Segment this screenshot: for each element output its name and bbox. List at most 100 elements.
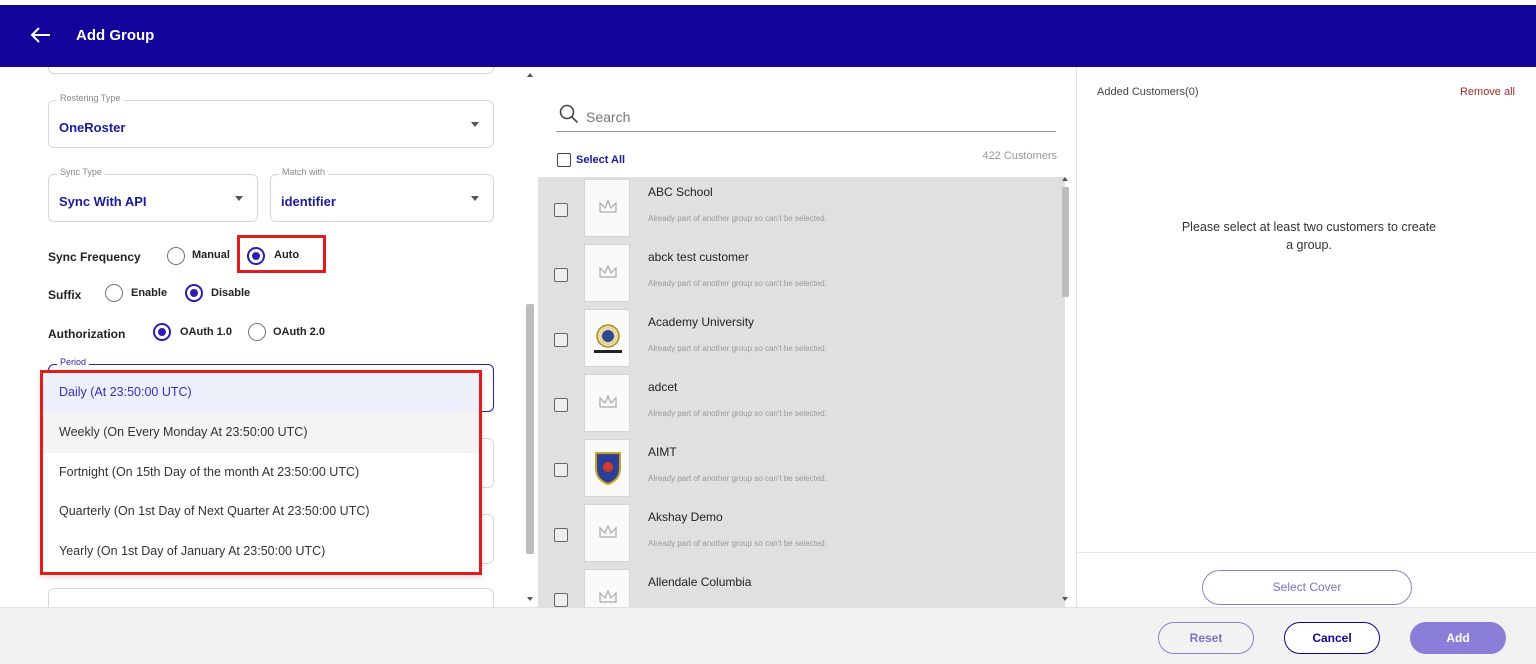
sync-type-select[interactable]: Sync Type Sync With API: [48, 167, 258, 222]
chevron-down-icon: [235, 196, 243, 201]
university-seal-icon: [594, 324, 622, 353]
form-scrollbar[interactable]: [525, 67, 535, 607]
cancel-button[interactable]: Cancel: [1284, 622, 1380, 654]
oauth1-radio[interactable]: [153, 323, 171, 341]
customer-checkbox[interactable]: [554, 528, 568, 542]
sync-type-value: Sync With API: [59, 194, 147, 209]
rostering-type-label: Rostering Type: [57, 93, 124, 103]
crown-icon: [599, 199, 617, 213]
crown-icon: [599, 524, 617, 538]
added-customers-label: Added Customers(0): [1097, 86, 1199, 98]
search-input[interactable]: [586, 109, 1046, 125]
match-with-label: Match with: [279, 167, 329, 177]
rostering-type-value: OneRoster: [59, 120, 126, 135]
select-cover-area: Select Cover: [1077, 552, 1536, 607]
customer-name: Allendale Columbia: [648, 575, 752, 589]
back-arrow-icon[interactable]: [28, 22, 54, 48]
list-item: Akshay Demo Already part of another grou…: [538, 502, 1065, 567]
select-all-checkbox[interactable]: [557, 153, 571, 167]
shield-crest-icon: [595, 452, 621, 486]
customer-checkbox[interactable]: [554, 268, 568, 282]
period-dropdown-menu: Daily (At 23:50:00 UTC) Weekly (On Every…: [40, 370, 482, 575]
empty-state-message: Please select at least two customers to …: [1181, 220, 1437, 252]
chevron-down-icon: [471, 196, 479, 201]
customer-name: adcet: [648, 380, 678, 394]
list-item: AIMT Already part of another group so ca…: [538, 437, 1065, 502]
oauth2-label: OAuth 2.0: [273, 326, 325, 338]
period-option-quarterly[interactable]: Quarterly (On 1st Day of Next Quarter At…: [43, 492, 479, 532]
customer-count: 422 Customers: [982, 150, 1057, 162]
period-option-daily[interactable]: Daily (At 23:50:00 UTC): [43, 373, 479, 413]
authorization-label: Authorization: [48, 327, 126, 341]
customer-list-scrollbar[interactable]: [1060, 177, 1070, 607]
customer-logo: [584, 504, 630, 562]
add-button[interactable]: Add: [1410, 622, 1506, 654]
customer-note: Already part of another group so can't b…: [648, 344, 827, 353]
customer-checkbox[interactable]: [554, 593, 568, 607]
oauth2-radio[interactable]: [248, 323, 266, 341]
app-header: Add Group: [0, 0, 1536, 67]
period-option-weekly[interactable]: Weekly (On Every Monday At 23:50:00 UTC): [43, 412, 479, 453]
customer-logo: [584, 244, 630, 302]
customer-note: Already part of another group so can't b…: [648, 409, 827, 418]
customer-name: Akshay Demo: [648, 510, 723, 524]
suffix-label: Suffix: [48, 288, 82, 302]
customer-checkbox[interactable]: [554, 333, 568, 347]
oauth1-label: OAuth 1.0: [180, 326, 232, 338]
search-icon: [559, 104, 579, 124]
remove-all-link[interactable]: Remove all: [1460, 86, 1515, 98]
select-cover-button[interactable]: Select Cover: [1202, 570, 1412, 605]
form-scroll-thumb[interactable]: [526, 304, 534, 554]
sync-manual-label: Manual: [192, 249, 230, 261]
suffix-enable-label: Enable: [131, 287, 168, 299]
search-box[interactable]: [556, 100, 1056, 132]
scroll-up-icon[interactable]: [1062, 177, 1068, 181]
customer-picker: Select All 422 Customers ABC School Alre…: [538, 67, 1075, 607]
period-option-fortnight[interactable]: Fortnight (On 15th Day of the month At 2…: [43, 453, 479, 493]
sync-auto-radio[interactable]: [247, 247, 265, 265]
select-all-label[interactable]: Select All: [576, 154, 625, 166]
list-item: abck test customer Already part of anoth…: [538, 242, 1065, 307]
suffix-enable-radio[interactable]: [105, 284, 123, 302]
customer-list-scroll-thumb[interactable]: [1062, 187, 1069, 297]
chevron-down-icon: [471, 122, 479, 127]
previous-field[interactable]: [48, 67, 494, 74]
customer-name: abck test customer: [648, 250, 749, 264]
crown-icon: [599, 589, 617, 603]
customer-logo: [584, 439, 630, 497]
period-label: Period: [57, 357, 90, 367]
scroll-up-icon[interactable]: [527, 73, 533, 77]
customer-note: Already part of another group so can't b…: [648, 474, 827, 483]
sync-type-label: Sync Type: [57, 167, 105, 177]
customer-checkbox[interactable]: [554, 463, 568, 477]
suffix-disable-label: Disable: [211, 287, 251, 299]
customer-name: Academy University: [648, 315, 755, 329]
crown-icon: [599, 394, 617, 408]
customer-logo: [584, 374, 630, 432]
customer-logo: [584, 179, 630, 237]
customer-logo: [584, 569, 630, 607]
sync-frequency-label: Sync Frequency: [48, 250, 141, 264]
customer-checkbox[interactable]: [554, 203, 568, 217]
scroll-down-icon[interactable]: [1062, 597, 1068, 601]
customer-note: Already part of another group so can't b…: [648, 214, 827, 223]
match-with-value: identifier: [281, 194, 336, 209]
sync-manual-radio[interactable]: [167, 247, 185, 265]
hidden-field-3[interactable]: [48, 588, 494, 607]
list-item: ABC School Already part of another group…: [538, 177, 1065, 242]
crown-icon: [599, 264, 617, 278]
rostering-type-select[interactable]: Rostering Type OneRoster: [48, 93, 494, 148]
customer-list: ABC School Already part of another group…: [538, 177, 1065, 607]
match-with-select[interactable]: Match with identifier: [270, 167, 494, 222]
customer-name: AIMT: [648, 445, 677, 459]
suffix-disable-radio[interactable]: [185, 284, 203, 302]
reset-button[interactable]: Reset: [1158, 622, 1254, 654]
list-item: Academy University Already part of anoth…: [538, 307, 1065, 372]
customer-checkbox[interactable]: [554, 398, 568, 412]
action-footer: Reset Cancel Add: [0, 607, 1536, 664]
customer-name: ABC School: [648, 185, 713, 199]
scroll-down-icon[interactable]: [527, 597, 533, 601]
customer-note: Already part of another group so can't b…: [648, 279, 827, 288]
period-option-yearly[interactable]: Yearly (On 1st Day of January At 23:50:0…: [43, 532, 479, 572]
list-item: adcet Already part of another group so c…: [538, 372, 1065, 437]
